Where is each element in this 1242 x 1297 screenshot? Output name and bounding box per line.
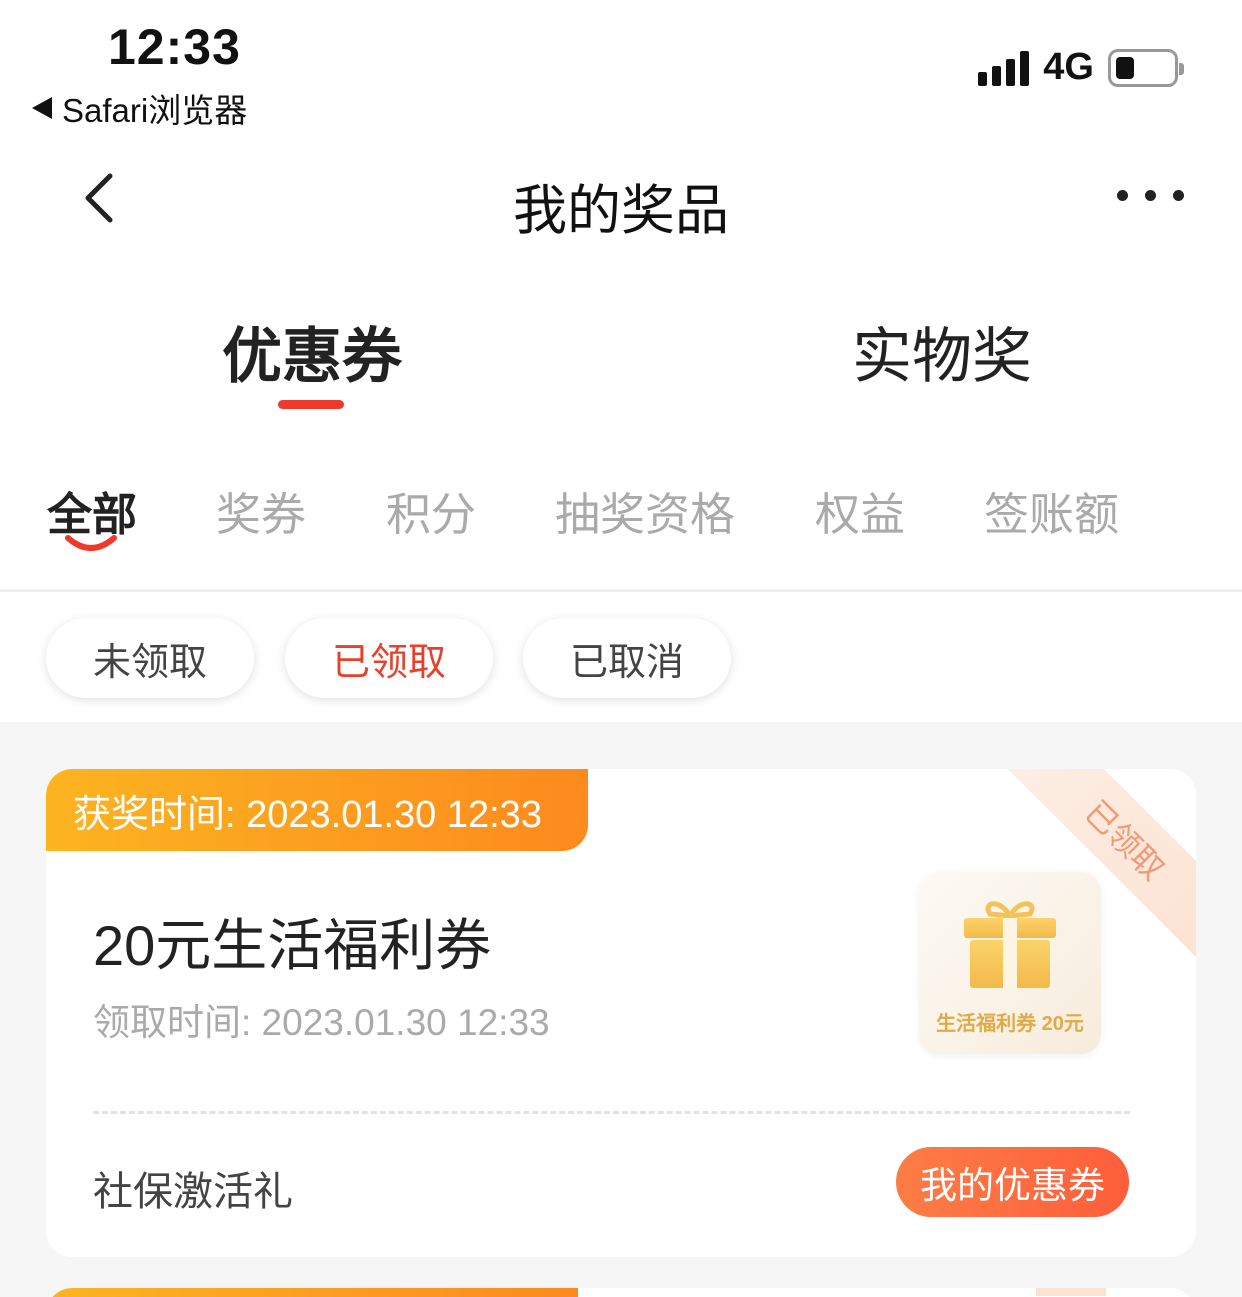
filter-cancelled[interactable]: 已取消 <box>523 618 731 698</box>
prize-title: 20元生活福利券 <box>93 914 492 977</box>
filter-claimed[interactable]: 已领取 <box>285 618 493 698</box>
filter-unclaimed[interactable]: 未领取 <box>46 618 254 698</box>
back-app-label: Safari浏览器 <box>62 92 248 129</box>
page-title: 我的奖品 <box>513 181 729 241</box>
divider <box>0 589 1242 592</box>
subtab-tickets[interactable]: 奖券 <box>216 478 306 543</box>
prize-thumbnail: 生活福利券 20元 <box>919 872 1101 1054</box>
tab-physical-prizes[interactable]: 实物奖 <box>852 308 1032 395</box>
my-coupons-button[interactable]: 我的优惠券 <box>896 1147 1129 1217</box>
subtab-benefits[interactable]: 权益 <box>815 478 905 543</box>
status-indicators: 4G <box>978 46 1184 89</box>
subtab-points[interactable]: 积分 <box>386 478 476 543</box>
gift-icon <box>964 901 1056 988</box>
network-label: 4G <box>1043 46 1094 88</box>
signal-icon <box>978 50 1030 86</box>
thumb-label: 生活福利券 20元 <box>936 1013 1084 1035</box>
back-to-safari[interactable]: Safari浏览器 <box>32 84 247 132</box>
dashed-divider <box>93 1111 1130 1114</box>
award-time: 获奖时间: 2023.01.30 12:33 <box>46 769 588 851</box>
battery-icon <box>1108 48 1184 87</box>
tab-coupons[interactable]: 优惠券 <box>222 308 402 395</box>
sub-tab-indicator <box>65 535 117 551</box>
prize-card[interactable] <box>46 1288 1196 1297</box>
main-tab-indicator <box>278 400 344 409</box>
prize-card[interactable]: 获奖时间: 2023.01.30 12:33 已领取 20元生活福利券 领取时间… <box>46 769 1196 1257</box>
prize-source: 社保激活礼 <box>93 1170 293 1214</box>
status-ribbon <box>1036 1288 1106 1296</box>
claim-time: 领取时间: 2023.01.30 12:33 <box>93 1002 550 1043</box>
status-time: 12:33 <box>108 19 241 75</box>
subtab-spending-credit[interactable]: 签账额 <box>984 478 1119 543</box>
sub-tab-bar: 全部 奖券 积分 抽奖资格 权益 签账额 <box>0 478 1242 540</box>
award-time-bar <box>46 1288 578 1297</box>
back-triangle-icon <box>32 97 52 119</box>
prize-list: 获奖时间: 2023.01.30 12:33 已领取 20元生活福利券 领取时间… <box>0 722 1242 1297</box>
subtab-lottery-entries[interactable]: 抽奖资格 <box>555 478 735 543</box>
more-icon[interactable] <box>1117 190 1184 201</box>
